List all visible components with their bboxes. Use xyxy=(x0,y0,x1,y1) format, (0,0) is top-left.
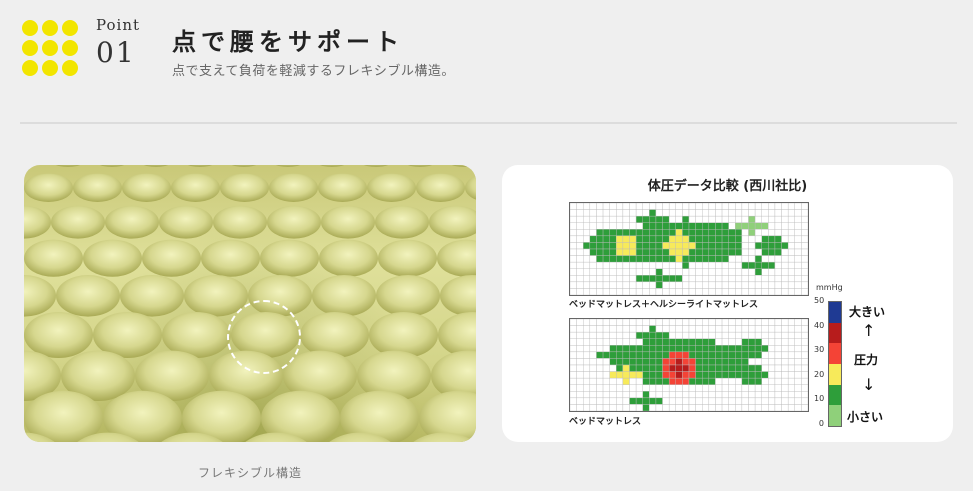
divider xyxy=(20,122,957,124)
point-dots-logo xyxy=(22,20,78,76)
scale-swatch xyxy=(829,405,841,427)
dot xyxy=(42,20,58,36)
dot xyxy=(62,40,78,56)
pressure-data-card: 体圧データ比較 (西川社比) ベッドマットレス＋ヘルシーライトマットレス ベッド… xyxy=(502,165,953,442)
legend-low: 小さい xyxy=(847,410,884,424)
pressure-map-bed-label: ベッドマットレス xyxy=(569,417,642,427)
foam-caption: フレキシブル構造 xyxy=(197,466,302,480)
scale-swatch xyxy=(829,322,841,344)
dot xyxy=(22,60,38,76)
tick-label: 20 xyxy=(814,370,825,379)
pressure-map-bed xyxy=(569,318,809,412)
dot xyxy=(22,40,38,56)
scale-swatch xyxy=(829,302,841,323)
section-subtitle: 点で支えて負荷を軽減するフレキシブル構造。 xyxy=(172,64,455,79)
dot xyxy=(62,60,78,76)
pressure-color-scale xyxy=(828,301,842,427)
scale-swatch xyxy=(829,343,841,365)
pressure-chart-title: 体圧データ比較 (西川社比) xyxy=(647,179,808,194)
dot xyxy=(42,40,58,56)
pressure-map-combined-label: ベッドマットレス＋ヘルシーライトマットレス xyxy=(569,300,759,310)
dot xyxy=(22,20,38,36)
tick-label: 50 xyxy=(814,296,825,305)
scale-swatch xyxy=(829,364,841,385)
legend-pressure: 圧力 xyxy=(854,353,879,367)
pressure-map-combined xyxy=(569,202,809,296)
point-label: Point xyxy=(96,16,141,34)
arrow-up-icon: ↑ xyxy=(862,321,876,340)
section-title: 点で腰をサポート xyxy=(172,28,404,56)
dot xyxy=(62,20,78,36)
tick-label: 30 xyxy=(814,345,825,354)
tick-label: 10 xyxy=(814,394,825,403)
legend-high: 大きい xyxy=(849,305,886,319)
tick-label: 40 xyxy=(814,321,825,330)
point-number: 01 xyxy=(96,36,136,69)
scale-swatch xyxy=(829,384,841,406)
highlight-circle xyxy=(227,300,301,374)
dot xyxy=(42,60,58,76)
pressure-unit: mmHg xyxy=(816,283,843,292)
arrow-down-icon: ↓ xyxy=(862,375,876,394)
tick-label: 0 xyxy=(818,419,824,428)
